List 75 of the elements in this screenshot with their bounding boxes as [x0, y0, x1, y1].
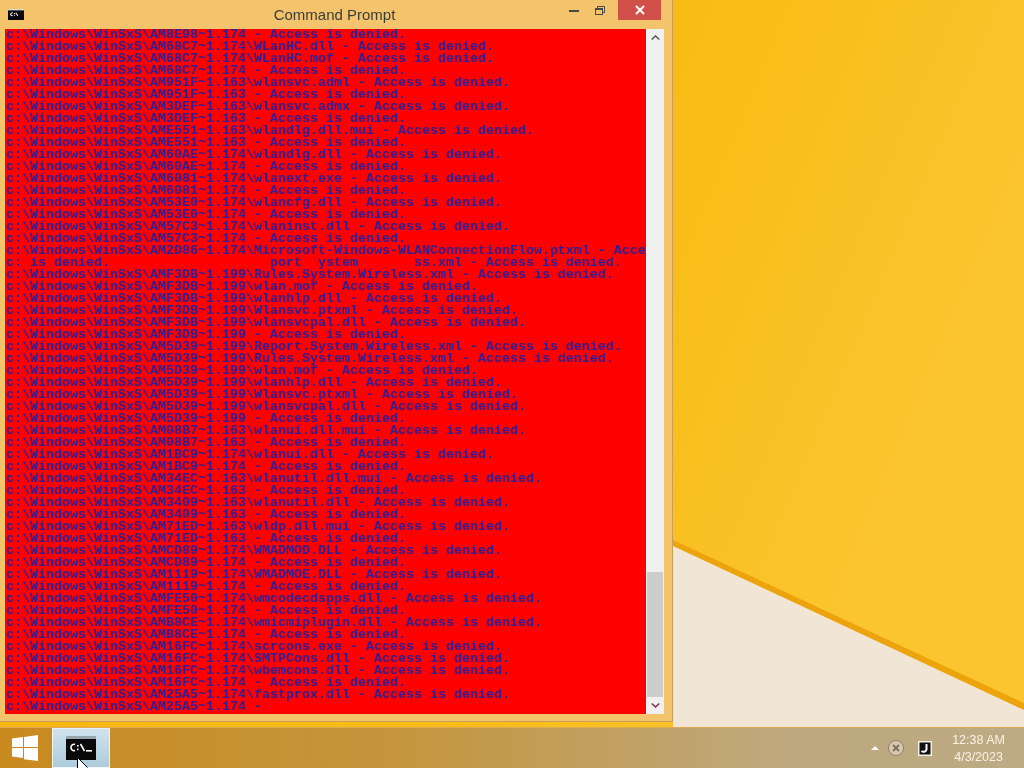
- window-title: Command Prompt: [273, 5, 396, 25]
- console-line: c:\Windows\WinSxS\AM16FC~1.174\wbemcons.dll - Access is denied.: [6, 665, 510, 677]
- console-line: c:\Windows\WinSxS\AM57C3~1.174 - Access is denied.: [6, 233, 406, 245]
- chevron-down-icon: [650, 703, 660, 708]
- console-line: c:\Windows\WinSxS\AM16FC~1.174\scrcons.exe - Access is denied.: [6, 641, 502, 653]
- console-line: c:\Windows\WinSxS\AME551~1.163\wlandlg.dll.mui - Access is denied.: [6, 125, 534, 137]
- minimize-icon: [569, 9, 579, 12]
- console-line: c:\Windows\WinSxS\AM53E0~1.174 - Access is denied.: [6, 209, 406, 221]
- close-icon: [634, 5, 645, 15]
- scrollbar[interactable]: [646, 29, 664, 714]
- console-line: c:\Windows\WinSxS\AM60AE~1.174 - Access is denied.: [6, 161, 406, 173]
- console-line: c:\Windows\WinSxS\AMCD89~1.174 - Access is denied.: [6, 557, 406, 569]
- console-line: c:\Windows\WinSxS\AM5D39~1.199\wlan.mof - Access is denied.: [6, 365, 478, 377]
- console-line: c:\Windows\WinSxS\AMF3DB~1.199\Rules.System.Wireless.xml - Access is denied.: [6, 269, 614, 281]
- console-line: c:\Windows\WinSxS\AM951F~1.163 - Access is denied.: [6, 89, 406, 101]
- console-line: c:\Windows\WinSxS\AM57C3~1.174\wlaninst.dll - Access is denied.: [6, 221, 510, 233]
- clock-date: 4/3/2023: [954, 748, 1003, 766]
- console-line: c:\Windows\WinSxS\AM5D39~1.199\Wlansvc.ptxml - Access is denied.: [6, 389, 518, 401]
- console-line: c:\Windows\WinSxS\AM16FC~1.174\SMTPCons.dll - Access is denied.: [6, 653, 510, 665]
- mouse-pointer-icon: [77, 757, 88, 768]
- console-line: c:\Windows\WinSxS\AM5D39~1.199\wlanhlp.dll - Access is denied.: [6, 377, 502, 389]
- console-line: c:\Windows\WinSxS\AM68C7~1.174\WLanHC.mof - Access is denied.: [6, 53, 494, 65]
- console-line: c:\Windows\WinSxS\AM1BC9~1.174\wlanui.dll - Access is denied.: [6, 449, 494, 461]
- console-line: c:\Windows\WinSxS\AM951F~1.163\wlansvc.adml - Access is denied.: [6, 77, 510, 89]
- console-line: c:\Windows\WinSxS\AMF3DB~1.199\wlan.mof - Access is denied.: [6, 281, 478, 293]
- clock-time: 12:38 AM: [952, 731, 1005, 749]
- console-line: c:\Windows\WinSxS\AM60AE~1.174\wlandlg.dll - Access is denied.: [6, 149, 502, 161]
- terminal-icon: [66, 736, 96, 760]
- chevron-up-icon: [650, 35, 660, 40]
- console-line: c:\Windows\WinSxS\AM3DEF~1.163 - Access is denied.: [6, 113, 406, 125]
- console-line: c:\Windows\WinSxS\AMCD89~1.174\WMADMOD.DLL - Access is denied.: [6, 545, 502, 557]
- console-line: c:\Windows\WinSxS\AM8E98~1.174 - Access is denied.: [6, 29, 406, 41]
- terminal-icon: [8, 9, 24, 20]
- console-line: c:\Windows\WinSxS\AM6081~1.174\wlanext.exe - Access is denied.: [6, 173, 502, 185]
- console-line: c:\Windows\WinSxS\AM2D86~1.174\Microsoft-Windows-WLANConnectionFlow.ptxml - Acce: [6, 245, 646, 257]
- console-line: c:\Windows\WinSxS\AM1119~1.174 - Access is denied.: [6, 581, 406, 593]
- console-line: c: is denied. port ystem ss.xml - Access is denied.: [6, 257, 622, 269]
- console-line: c:\Windows\WinSxS\AM68C7~1.174\WLanHC.dll - Access is denied.: [6, 41, 494, 53]
- console-line: c:\Windows\WinSxS\AM1BC9~1.174 - Access is denied.: [6, 461, 406, 473]
- console-line: c:\Windows\WinSxS\AM3409~1.163 - Access is denied.: [6, 509, 406, 521]
- console-line: c:\Windows\WinSxS\AM71ED~1.163\wldp.dll.mui - Access is denied.: [6, 521, 510, 533]
- console-line: c:\Windows\WinSxS\AM3409~1.163\wlanutil.dll - Access is denied.: [6, 497, 510, 509]
- console-line: c:\Windows\WinSxS\AM16FC~1.174 - Access is denied.: [6, 677, 406, 689]
- console-line: c:\Windows\WinSxS\AMF3DB~1.199\wlanhlp.dll - Access is denied.: [6, 293, 502, 305]
- restore-icon: [595, 5, 605, 15]
- console-line: c:\Windows\WinSxS\AM34EC~1.163\wlanutil.dll.mui - Access is denied.: [6, 473, 542, 485]
- console-line: c:\Windows\WinSxS\AM08B7~1.163\wlanui.dll.mui - Access is denied.: [6, 425, 526, 437]
- console-line: c:\Windows\WinSxS\AMB8CE~1.174\wmicmiplugin.dll - Access is denied.: [6, 617, 542, 629]
- taskbar-app-button[interactable]: [52, 728, 110, 768]
- scrollbar-thumb[interactable]: [647, 572, 663, 697]
- console-line: c:\Windows\WinSxS\AM08B7~1.163 - Access is denied.: [6, 437, 406, 449]
- console-line: c:\Windows\WinSxS\AMB8CE~1.174 - Access is denied.: [6, 629, 406, 641]
- console-line: c:\Windows\WinSxS\AM1119~1.174\WMADMOE.DLL - Access is denied.: [6, 569, 502, 581]
- console-line: c:\Windows\WinSxS\AME551~1.163 - Access is denied.: [6, 137, 406, 149]
- circle-x-icon[interactable]: [888, 740, 905, 756]
- console-line: c:\Windows\WinSxS\AMFE50~1.174 - Access is denied.: [6, 605, 406, 617]
- console-line: c:\Windows\WinSxS\AMF3DB~1.199\Wlansvc.ptxml - Access is denied.: [6, 305, 518, 317]
- console-line: c:\Windows\WinSxS\AM5D39~1.199\Report.System.Wireless.xml - Access is denied.: [6, 341, 622, 353]
- console-line: c:\Windows\WinSxS\AM5D39~1.199\Rules.System.Wireless.xml - Access is denied.: [6, 353, 614, 365]
- console-line: c:\Windows\WinSxS\AMF3DB~1.199 - Access is denied.: [6, 329, 406, 341]
- console-line: c:\Windows\WinSxS\AM5D39~1.199 - Access is denied.: [6, 413, 406, 425]
- console-line: c:\Windows\WinSxS\AM25A5~1.174 -: [6, 701, 262, 713]
- windows-logo-icon: [12, 735, 38, 761]
- console-line: c:\Windows\WinSxS\AM53E0~1.174\wlancfg.dll - Access is denied.: [6, 197, 502, 209]
- console-line: c:\Windows\WinSxS\AM34EC~1.163 - Access is denied.: [6, 485, 406, 497]
- console-line: c:\Windows\WinSxS\AM25A5~1.174\fastprox.dll - Access is denied.: [6, 689, 510, 701]
- console-line: c:\Windows\WinSxS\AM3DEF~1.163\wlansvc.admx - Access is denied.: [6, 101, 510, 113]
- close-button[interactable]: [618, 0, 661, 20]
- console-line: c:\Windows\WinSxS\AM68C7~1.174 - Access is denied.: [6, 65, 406, 77]
- crescent-tile-icon[interactable]: [918, 740, 933, 756]
- console-line: c:\Windows\WinSxS\AMFE50~1.174\wmcodecdspps.dll - Access is denied.: [6, 593, 542, 605]
- console-line: c:\Windows\WinSxS\AM71ED~1.163 - Access is denied.: [6, 533, 406, 545]
- console-line: c:\Windows\WinSxS\AM5D39~1.199\wlansvcpal.dll - Access is denied.: [6, 401, 526, 413]
- console-line: c:\Windows\WinSxS\AMF3DB~1.199\wlansvcpal.dll - Access is denied.: [6, 317, 526, 329]
- console-line: c:\Windows\WinSxS\AM6081~1.174 - Access is denied.: [6, 185, 406, 197]
